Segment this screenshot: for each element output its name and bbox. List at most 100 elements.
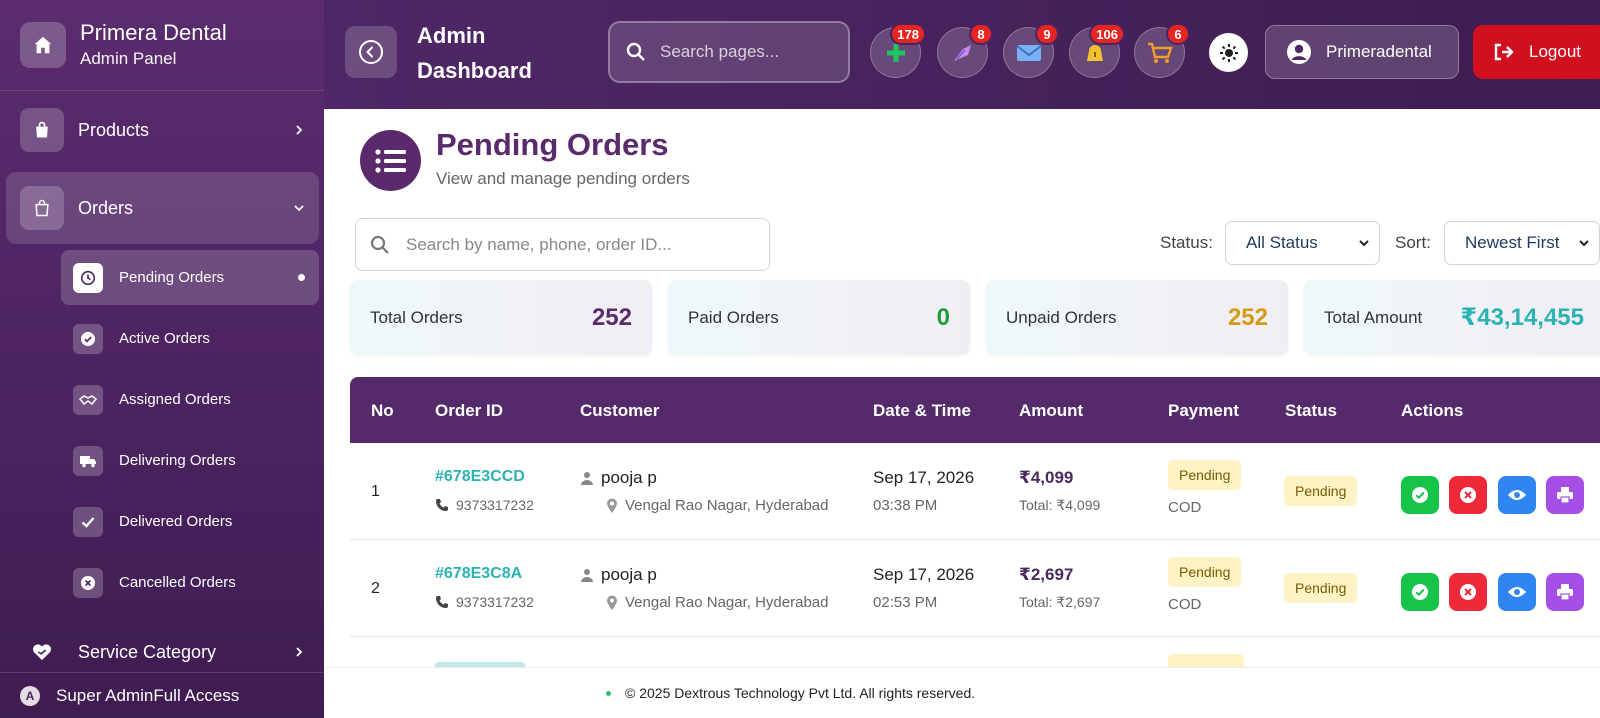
mail-button[interactable]: 9 <box>1003 23 1059 78</box>
stat-label: Total Orders <box>370 307 463 327</box>
order-amount: ₹4,099 <box>1019 468 1074 487</box>
approve-button[interactable] <box>1401 476 1439 514</box>
order-date: Sep 17, 2026 <box>873 565 975 584</box>
chevron-down-icon <box>1579 240 1589 247</box>
sidebar-subitem-cancelled-orders[interactable]: Cancelled Orders <box>61 555 319 610</box>
page-footer: © 2025 Dextrous Technology Pvt Ltd. All … <box>324 667 1600 718</box>
x-circle-icon <box>73 567 103 598</box>
order-search-input[interactable] <box>406 234 746 255</box>
status-dot <box>606 691 611 696</box>
add-button[interactable]: 178 <box>870 23 926 78</box>
heart-hand-icon <box>20 630 64 674</box>
sidebar-item-label: Products <box>78 119 150 140</box>
page-search[interactable] <box>608 21 850 83</box>
stat-total-amount: Total Amount ₹43,14,455 <box>1304 280 1600 355</box>
sidebar-subitem-active-orders[interactable]: Active Orders <box>61 311 319 366</box>
cart-icon <box>1147 42 1173 63</box>
phone-number: 9373317232 <box>456 594 534 610</box>
order-id-link[interactable]: #678E3CCD <box>435 468 525 486</box>
stat-value: ₹43,14,455 <box>1460 304 1584 331</box>
shopping-bag-outline-icon <box>20 186 64 230</box>
user-icon <box>581 472 593 485</box>
payment-status-badge: Pending <box>1168 460 1242 490</box>
search-input[interactable] <box>660 42 830 62</box>
arrow-left-circle-icon <box>359 40 383 64</box>
active-dot <box>298 274 305 281</box>
stat-label: Total Amount <box>1324 307 1423 327</box>
check-icon <box>73 506 103 537</box>
sidebar-item-products[interactable]: Products <box>6 94 319 166</box>
order-phone: 9373317232 <box>435 497 534 513</box>
back-button[interactable] <box>345 26 397 78</box>
row-number: 2 <box>371 580 380 597</box>
status-select[interactable]: All Status <box>1225 221 1380 265</box>
sidebar-subitem-label: Pending Orders <box>119 269 225 286</box>
theme-toggle-button[interactable] <box>1209 33 1248 72</box>
order-total: Total: ₹2,697 <box>1019 594 1101 610</box>
role-text: Super AdminFull Access <box>56 685 240 705</box>
user-circle-icon <box>1287 40 1311 64</box>
col-header-date-time: Date & Time <box>873 401 971 420</box>
stat-value: 252 <box>591 303 632 331</box>
customer-name-cell: pooja p <box>580 565 657 585</box>
order-amount: ₹2,697 <box>1019 565 1074 584</box>
view-button[interactable] <box>1498 476 1536 514</box>
handshake-icon <box>73 384 103 415</box>
stat-value: 252 <box>1227 303 1268 331</box>
sidebar-item-label: Orders <box>78 197 134 218</box>
copyright-text: © 2025 Dextrous Technology Pvt Ltd. All … <box>625 685 976 701</box>
view-button[interactable] <box>1498 573 1536 611</box>
stat-label: Paid Orders <box>688 307 779 327</box>
avatar: A <box>20 685 40 706</box>
sidebar-item-label: Service Category <box>78 641 217 662</box>
order-time: 03:38 PM <box>873 497 938 514</box>
sidebar-item-orders[interactable]: Orders <box>6 172 319 244</box>
phone-icon <box>436 499 448 511</box>
sidebar-subitem-assigned-orders[interactable]: Assigned Orders <box>61 372 319 427</box>
customer-location: Vengal Rao Nagar, Hyderabad <box>625 497 829 514</box>
cart-button[interactable]: 6 <box>1134 23 1190 78</box>
brand-title: Primera Dental <box>80 20 227 45</box>
home-icon[interactable] <box>20 22 66 68</box>
user-icon <box>581 569 593 582</box>
reject-button[interactable] <box>1449 573 1487 611</box>
table-row: 1 #678E3CCD 9373317232 pooja p Vengal Ra… <box>350 443 1600 540</box>
print-icon <box>1557 584 1573 601</box>
order-time: 02:53 PM <box>873 594 938 611</box>
table-row: 2 #678E3C8A 9373317232 pooja p Vengal Ra… <box>350 540 1600 637</box>
check-circle-icon <box>1412 487 1428 503</box>
logout-button[interactable]: Logout <box>1473 25 1600 79</box>
check-circle-icon <box>1412 584 1428 600</box>
customer-location: Vengal Rao Nagar, Hyderabad <box>625 594 829 611</box>
approve-button[interactable] <box>1401 573 1439 611</box>
notification-badge: 9 <box>1035 23 1059 45</box>
order-search[interactable] <box>355 218 770 271</box>
clock-icon <box>73 262 103 293</box>
print-button[interactable] <box>1546 476 1584 514</box>
logout-icon <box>1494 43 1514 61</box>
shopping-bag-icon <box>20 108 64 152</box>
print-button[interactable] <box>1546 573 1584 611</box>
order-phone: 9373317232 <box>435 594 534 610</box>
stat-value: 0 <box>936 303 950 331</box>
dental-button[interactable]: 8 <box>937 23 993 78</box>
sort-select[interactable]: Newest First <box>1444 221 1600 265</box>
print-icon <box>1557 487 1573 504</box>
sidebar-subitem-delivering-orders[interactable]: Delivering Orders <box>61 433 319 488</box>
sidebar-subitem-pending-orders[interactable]: Pending Orders <box>61 250 319 305</box>
sidebar-subitem-label: Assigned Orders <box>119 391 231 408</box>
eye-icon <box>1508 490 1526 500</box>
check-circle-icon <box>73 323 103 354</box>
customer-location-cell: Vengal Rao Nagar, Hyderabad <box>606 594 828 611</box>
header-title: Admin Dashboard <box>417 23 532 83</box>
sidebar-subitem-delivered-orders[interactable]: Delivered Orders <box>61 494 319 549</box>
reject-button[interactable] <box>1449 476 1487 514</box>
dental-tool-icon <box>953 44 971 61</box>
user-menu-button[interactable]: Primeradental <box>1265 25 1459 79</box>
row-number: 1 <box>371 483 380 500</box>
payment-status-badge: Pending <box>1168 557 1242 587</box>
order-id-link[interactable]: #678E3C8A <box>435 565 522 583</box>
phone-number: 9373317232 <box>456 497 534 513</box>
brand-subtitle: Admin Panel <box>80 49 177 68</box>
alerts-button[interactable]: 106 <box>1069 23 1125 78</box>
